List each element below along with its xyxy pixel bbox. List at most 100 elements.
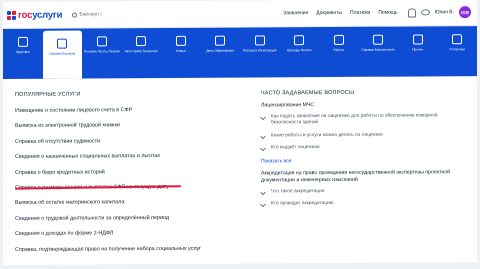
service-link[interactable]: Справка о размере пенсии и выплатах СФР … [14, 179, 243, 196]
work-icon [333, 34, 344, 45]
category-label: Семья [175, 48, 186, 53]
service-label: Справка, подтверждающая право на получен… [15, 245, 202, 253]
emblem-icon [452, 34, 463, 45]
avatar[interactable]: ЮВ [459, 6, 471, 19]
nav-help[interactable]: Помощь [378, 10, 397, 16]
service-label: Извещение о состоянии лицевого счета в С… [15, 107, 133, 114]
category-strip: Здоровье Справки Выписки Пособия Льготы Пе… [3, 26, 478, 80]
location-pin-icon [72, 12, 78, 18]
city-selector[interactable]: Барнаул г [72, 11, 103, 18]
category-tab[interactable]: Прочее [398, 26, 438, 76]
faq-question[interactable]: Кто выдаёт лицензию [260, 145, 467, 153]
shield-icon [373, 34, 384, 45]
faq-question-text: Какие работы и услуги можно делать по ли… [271, 132, 383, 139]
category-label: Штрафы Налоги [287, 48, 312, 53]
folder-icon [57, 38, 68, 49]
category-label: Паспорта Регистрация [242, 48, 277, 53]
service-label: Сведения о назначенных социальных выплат… [15, 153, 161, 161]
service-label: Выписка из электронной трудовой книжки [15, 122, 120, 130]
service-label: Справка о бюро кредитных историй [15, 168, 105, 176]
chevron-down-icon [260, 114, 266, 121]
category-label: Справки Безопасность [361, 47, 396, 52]
category-label: Дети Образование [206, 48, 235, 53]
logo-mark-icon [7, 10, 16, 20]
service-label: Выписка об остатке материнского капитала [15, 199, 125, 207]
car-icon [136, 36, 147, 47]
more-icon [412, 34, 423, 45]
category-tab[interactable]: Здоровье [3, 29, 43, 79]
hand-drawn-underline [14, 185, 181, 190]
service-label: Справка об отсутствии судимости [15, 138, 101, 145]
logo-text: госуслуги [18, 9, 63, 21]
category-label: Пособия Льготы Пенсии [83, 49, 120, 54]
category-tab[interactable]: Пособия Льготы Пенсии [82, 28, 122, 78]
chevron-down-icon [260, 201, 266, 208]
chevron-down-icon [260, 146, 266, 152]
popular-services-title: ПОПУЛЯРНЫЕ УСЛУГИ [15, 91, 81, 98]
category-label: Справки Выписки [49, 51, 76, 56]
service-link[interactable]: Сведения о доходах по форме 2-НДФЛ [15, 226, 243, 243]
category-tab[interactable]: Штрафы Налоги [280, 27, 320, 77]
service-link[interactable]: Сведения о трудовой деятельности за опре… [15, 210, 243, 227]
faq-question-text: Что такое аккредитация [271, 188, 325, 195]
service-link[interactable]: Справка о бюро кредитных историй [15, 164, 243, 181]
chevron-down-icon [260, 189, 266, 196]
fines-icon [294, 35, 305, 46]
bell-icon[interactable] [407, 7, 416, 18]
faq-title: ЧАСТО ЗАДАВАЕМЫЕ ВОПРОСЫ [261, 89, 355, 97]
category-label: Авто Права Транспорт [124, 49, 158, 54]
passport-icon [254, 35, 265, 46]
service-link[interactable]: Извещение о состоянии лицевого счета в С… [15, 103, 243, 120]
faq-question-list: Как подать заявление на лицензию для раб… [260, 113, 467, 153]
faq-question-text: Кто выдаёт лицензию [271, 145, 320, 151]
popular-services: ПОПУЛЯРНЫЕ УСЛУГИ Извещение о состоянии … [14, 78, 243, 258]
faq-group-title: Аккредитация на право проведения негосуд… [261, 169, 451, 184]
faq-question-list: Что такое аккредитация Кто проводит аккре… [260, 188, 467, 209]
city-label: Барнаул г [79, 11, 103, 18]
nav-documents[interactable]: Документы [316, 10, 342, 16]
faq-section: ЧАСТО ЗАДАВАЕМЫЕ ВОПРОСЫ Лицензирование … [243, 76, 477, 256]
category-label: Госорганы [449, 47, 465, 52]
service-link[interactable]: Справка, подтверждающая право на получен… [15, 241, 243, 258]
children-icon [215, 35, 226, 46]
service-link[interactable]: Выписка из электронной трудовой книжки [15, 118, 243, 135]
category-tab[interactable]: Авто Права Транспорт [122, 28, 162, 78]
category-tab[interactable]: Работа [319, 27, 359, 77]
service-label: Сведения о трудовой деятельности за опре… [15, 214, 170, 222]
category-tab[interactable]: Дети Образование [201, 28, 241, 78]
service-label: Сведения о доходах по форме 2-НДФЛ [15, 230, 114, 238]
gosuslugi-logo[interactable]: госуслуги [7, 9, 62, 20]
user-name[interactable]: Юлия В. [435, 9, 454, 15]
heart-icon [17, 36, 28, 47]
faq-question[interactable]: Какие работы и услуги можно делать по ли… [260, 132, 467, 140]
category-label: Здоровье [15, 49, 30, 54]
faq-question[interactable]: Что такое аккредитация [260, 188, 467, 196]
chevron-down-icon [260, 133, 266, 140]
category-tab[interactable]: Справки Безопасность [359, 27, 399, 77]
service-list: Извещение о состоянии лицевого счета в С… [14, 103, 243, 258]
faq-question[interactable]: Как подать заявление на лицензию для раб… [260, 113, 467, 127]
header-tools: Юлия В. ЮВ [407, 6, 471, 19]
faq-group-title: Лицензирование МЧС [261, 102, 315, 109]
eye-icon[interactable] [420, 9, 430, 16]
category-tab[interactable]: Паспорта Регистрация [240, 27, 280, 77]
faq-question-text: Как подать заявление на лицензию для раб… [271, 113, 438, 126]
top-header: госуслуги Барнаул г Заявления Документы … [3, 0, 477, 29]
family-icon [175, 35, 186, 46]
category-tab[interactable]: Госорганы [438, 26, 478, 76]
nav-applications[interactable]: Заявления [283, 10, 308, 16]
service-link[interactable]: Выписка об остатке материнского капитала [15, 195, 243, 212]
category-tab[interactable]: Справки Выписки [42, 30, 82, 79]
faq-question-text: Кто проводит аккредитацию [271, 201, 334, 207]
main-content: ПОПУЛЯРНЫЕ УСЛУГИ Извещение о состоянии … [3, 76, 477, 258]
faq-question[interactable]: Кто проводит аккредитацию [260, 201, 467, 209]
category-label: Работа [333, 47, 345, 52]
category-tab[interactable]: Семья [161, 28, 201, 78]
nav-payments[interactable]: Платежи [350, 10, 370, 16]
service-link[interactable]: Сведения о назначенных социальных выплат… [15, 149, 243, 166]
gosuslugi-page: госуслуги Барнаул г Заявления Документы … [3, 0, 478, 266]
wallet-icon [96, 36, 107, 47]
category-label: Прочее [412, 47, 424, 52]
service-link[interactable]: Справка об отсутствии судимости [15, 133, 243, 150]
show-all-link[interactable]: Показать все [261, 157, 467, 164]
